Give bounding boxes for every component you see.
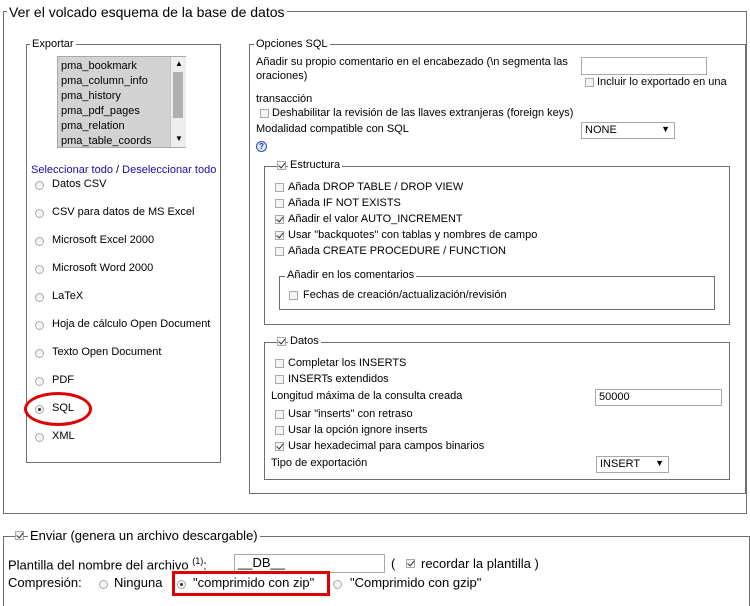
structure-option-label: Usar "backquotes" con tablas y nombres d…: [288, 229, 538, 241]
table-list-item[interactable]: pma_pdf_pages: [61, 105, 140, 117]
select-links: Seleccionar todo / Deseleccionar todo: [31, 164, 216, 176]
format-label: Datos CSV: [52, 178, 107, 190]
complete-inserts-checkbox[interactable]: [275, 359, 284, 368]
main-legend: Ver el volcado esquema de la base de dat…: [7, 4, 287, 20]
table-listbox[interactable]: pma_bookmark pma_column_info pma_history…: [57, 56, 186, 148]
auto-increment-checkbox[interactable]: [275, 215, 284, 224]
structure-option-label: Añada CREATE PROCEDURE / FUNCTION: [288, 245, 507, 257]
format-label: CSV para datos de MS Excel: [52, 206, 195, 218]
template-footnote: (1): [192, 556, 204, 566]
compression-none-radio[interactable]: [99, 580, 108, 589]
format-label: Microsoft Excel 2000: [52, 234, 155, 246]
listbox-scrollbar[interactable]: ▲ ▼: [170, 57, 186, 147]
disable-fk-label: Deshabilitar la revisión de las llaves e…: [272, 107, 574, 119]
table-list-item[interactable]: pma_table_coords: [61, 135, 152, 147]
remember-template-label: recordar la plantilla ): [421, 556, 539, 571]
format-label: LaTeX: [52, 290, 84, 302]
datos-checkbox[interactable]: [277, 337, 286, 346]
ignore-inserts-checkbox[interactable]: [275, 426, 284, 435]
estructura-checkbox[interactable]: [277, 161, 286, 170]
compression-gzip-label: "Comprimido con gzip": [350, 575, 482, 590]
extended-inserts-checkbox[interactable]: [275, 375, 284, 384]
format-radio-odt[interactable]: [35, 349, 44, 358]
send-legend: Enviar (genera un archivo descargable): [28, 528, 260, 543]
remember-template-checkbox[interactable]: [406, 559, 415, 568]
datos-legend: Datos: [288, 335, 321, 347]
sql-highlight-ellipse: [24, 392, 92, 426]
table-list-item[interactable]: pma_history: [61, 90, 121, 102]
extended-inserts-label: INSERTs extendidos: [288, 373, 389, 385]
compat-select[interactable]: NONE ▼: [581, 122, 675, 139]
compat-selected-value: NONE: [585, 124, 617, 136]
max-query-input[interactable]: 50000: [595, 389, 722, 406]
structure-option-label: Añadir el valor AUTO_INCREMENT: [288, 213, 463, 225]
comment-label-cont: oraciones): [256, 70, 308, 82]
ignore-inserts-label: Usar la opción ignore inserts: [288, 424, 428, 436]
link-separator: /: [116, 164, 120, 176]
transaction-label: transacción: [256, 93, 313, 105]
delayed-inserts-checkbox[interactable]: [275, 410, 284, 419]
comments-legend: Añadir en los comentarios: [285, 269, 417, 281]
compat-label: Modalidad compatible con SQL: [256, 123, 409, 135]
compression-none-label: Ninguna: [114, 575, 163, 590]
format-radio-word[interactable]: [35, 265, 44, 274]
max-query-label: Longitud máxima de la consulta creada: [271, 390, 463, 402]
table-list-item[interactable]: pma_bookmark: [61, 60, 137, 72]
export-type-selected-value: INSERT: [600, 458, 641, 470]
include-transaction-checkbox[interactable]: [585, 78, 594, 87]
estructura-legend: Estructura: [288, 159, 343, 171]
format-label: PDF: [52, 374, 74, 386]
format-radio-xml[interactable]: [35, 433, 44, 442]
export-type-label: Tipo de exportación: [271, 457, 368, 469]
format-label: XML: [52, 430, 75, 442]
hex-binary-checkbox[interactable]: [275, 442, 284, 451]
format-radio-ods[interactable]: [35, 321, 44, 330]
scrollbar-thumb[interactable]: [173, 72, 183, 118]
compression-gzip-radio[interactable]: [333, 580, 342, 589]
deselect-all-link[interactable]: Deseleccionar todo: [122, 164, 216, 176]
table-list-item[interactable]: pma_relation: [61, 120, 125, 132]
template-label: Plantilla del nombre del archivo: [8, 557, 189, 573]
exportar-legend: Exportar: [30, 38, 76, 50]
sql-options-legend: Opciones SQL: [254, 38, 330, 50]
paren-open: (: [391, 556, 396, 571]
help-icon[interactable]: ?: [256, 141, 267, 152]
format-radio-csv[interactable]: [35, 181, 44, 190]
send-checkbox[interactable]: [15, 531, 24, 540]
hex-binary-label: Usar hexadecimal para campos binarios: [288, 440, 485, 452]
select-all-link[interactable]: Seleccionar todo: [31, 164, 113, 176]
delayed-inserts-label: Usar "inserts" con retraso: [288, 408, 413, 420]
zip-highlight-box: [172, 571, 330, 596]
template-label-group: Plantilla del nombre del archivo (1):: [8, 556, 207, 572]
scroll-up-icon[interactable]: ▲: [175, 59, 183, 68]
structure-option-label: Añada DROP TABLE / DROP VIEW: [288, 181, 464, 193]
format-label: Hoja de cálculo Open Document: [52, 318, 211, 330]
format-radio-excel[interactable]: [35, 237, 44, 246]
comment-label: Añadir su propio comentario en el encabe…: [256, 56, 568, 68]
table-list-item[interactable]: pma_column_info: [61, 75, 148, 87]
complete-inserts-label: Completar los INSERTS: [288, 357, 407, 369]
format-radio-csv-excel[interactable]: [35, 209, 44, 218]
drop-table-checkbox[interactable]: [275, 183, 284, 192]
format-label: Microsoft Word 2000: [52, 262, 154, 274]
format-radio-latex[interactable]: [35, 293, 44, 302]
compression-label: Compresión:: [8, 575, 82, 590]
if-not-exists-checkbox[interactable]: [275, 199, 284, 208]
dropdown-arrow-icon: ▼: [661, 124, 670, 134]
structure-option-label: Añada IF NOT EXISTS: [288, 197, 401, 209]
include-transaction-label: Incluir lo exportado en una: [597, 76, 727, 88]
creation-dates-checkbox[interactable]: [289, 291, 298, 300]
disable-fk-checkbox[interactable]: [260, 109, 269, 118]
creation-dates-label: Fechas de creación/actualización/revisió…: [303, 289, 507, 301]
backquotes-checkbox[interactable]: [275, 231, 284, 240]
format-radio-pdf[interactable]: [35, 377, 44, 386]
header-comment-input[interactable]: [581, 57, 707, 75]
create-procedure-checkbox[interactable]: [275, 247, 284, 256]
export-type-select[interactable]: INSERT ▼: [596, 456, 669, 473]
help-icon-glyph: ?: [259, 142, 264, 151]
dropdown-arrow-icon: ▼: [655, 458, 664, 468]
scroll-down-icon[interactable]: ▼: [175, 134, 183, 143]
format-label: Texto Open Document: [52, 346, 162, 358]
